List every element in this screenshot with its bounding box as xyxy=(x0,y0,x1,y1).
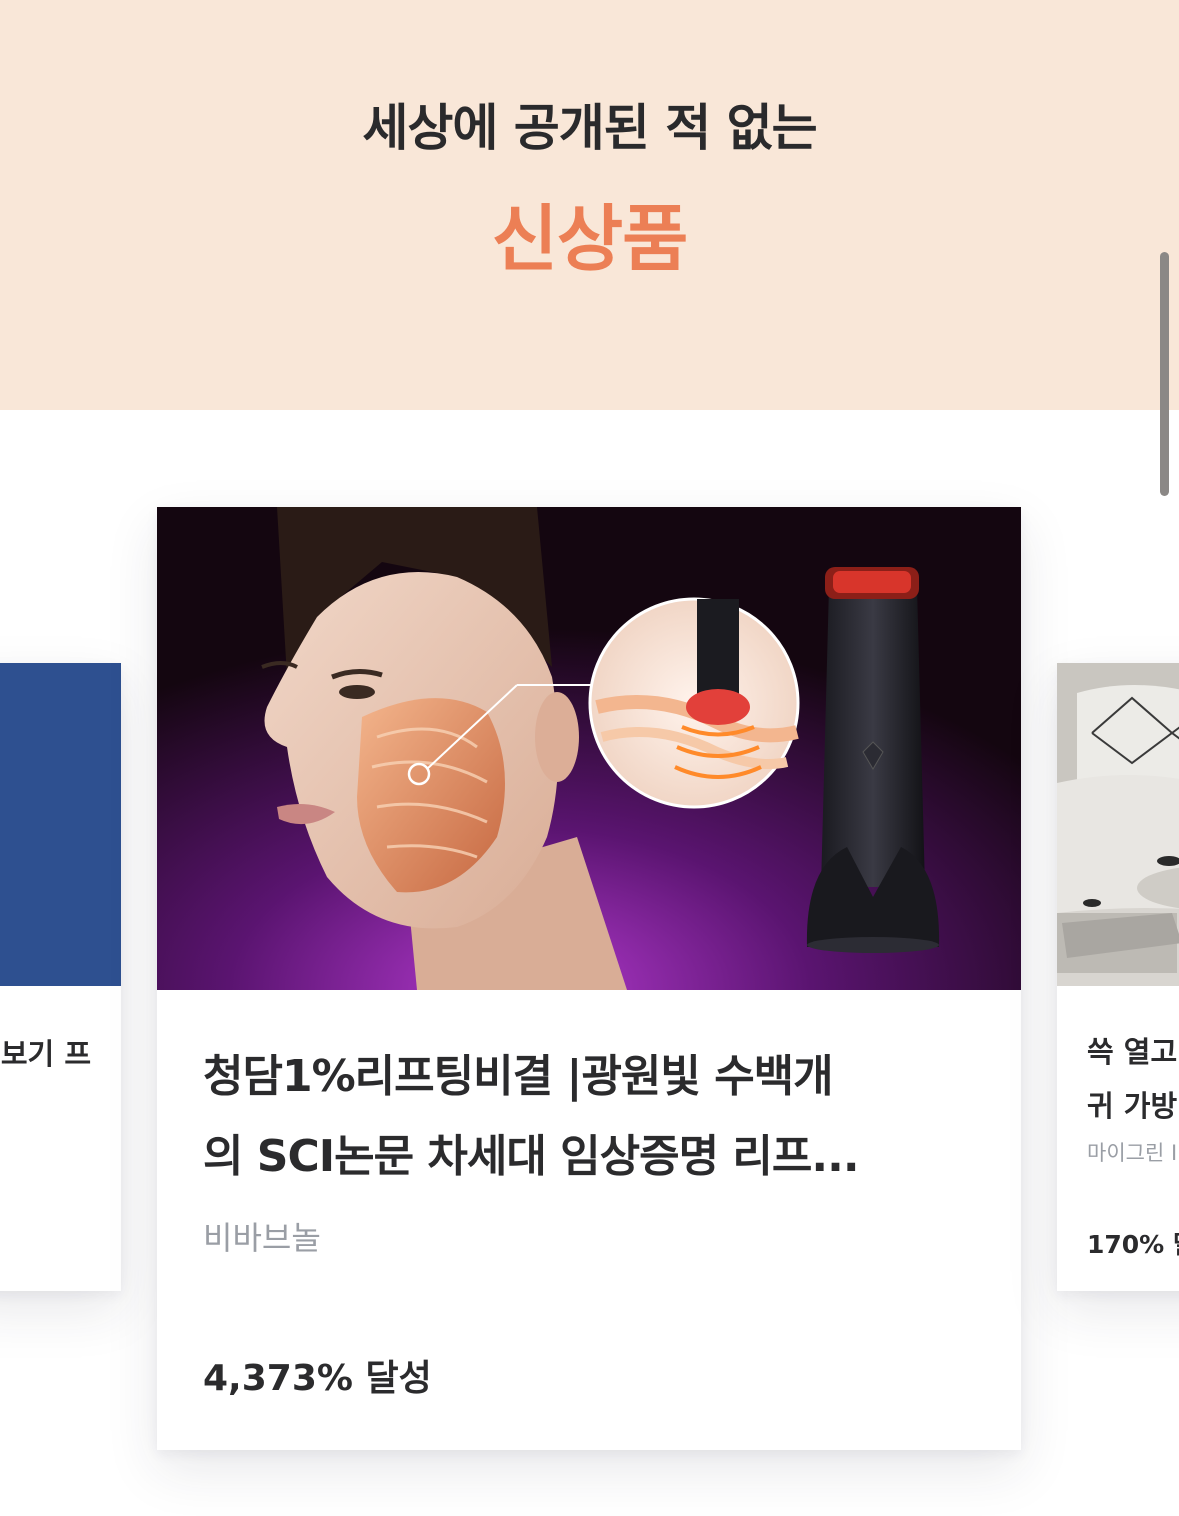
product-image xyxy=(157,507,1021,990)
product-title-line-2: 귀 가방 xyxy=(1087,1089,1178,1123)
product-title-line-2: 의 SCI논문 차세대 임상증명 리프... xyxy=(203,1131,860,1182)
product-image xyxy=(1057,663,1179,986)
funding-achievement: 4,373% 달성 xyxy=(203,1358,432,1399)
hero-title: 신상품 xyxy=(491,197,689,281)
product-maker: 마이그린 I xyxy=(1087,1141,1178,1165)
product-title: 청담1%리프팅비결 |광원빛 수백개 의 SCI논문 차세대 임상증명 리프..… xyxy=(203,1037,973,1197)
scrollbar[interactable] xyxy=(1160,252,1169,496)
product-card-featured[interactable]: 청담1%리프팅비결 |광원빛 수백개 의 SCI논문 차세대 임상증명 리프..… xyxy=(157,507,1021,1450)
funding-achievement: 170% 달 xyxy=(1087,1230,1179,1259)
product-image xyxy=(0,663,121,986)
product-title-line-1: 쓱 열고 xyxy=(1087,1035,1178,1069)
product-title-line-1: 청담1%리프팅비결 |광원빛 수백개 xyxy=(203,1051,834,1102)
product-title: 보기 프 xyxy=(0,1037,91,1071)
product-maker: 비바브놀 xyxy=(203,1219,321,1257)
hero-subtitle: 세상에 공개된 적 없는 xyxy=(362,99,817,157)
product-card-previous[interactable]: 보기 프 xyxy=(0,663,121,1291)
product-title: 쓱 열고 귀 가방 xyxy=(1087,1025,1179,1133)
hero-banner: 세상에 공개된 적 없는 신상품 xyxy=(0,0,1179,410)
product-card-next[interactable]: 쓱 열고 귀 가방 마이그린 I 170% 달 xyxy=(1057,663,1179,1291)
